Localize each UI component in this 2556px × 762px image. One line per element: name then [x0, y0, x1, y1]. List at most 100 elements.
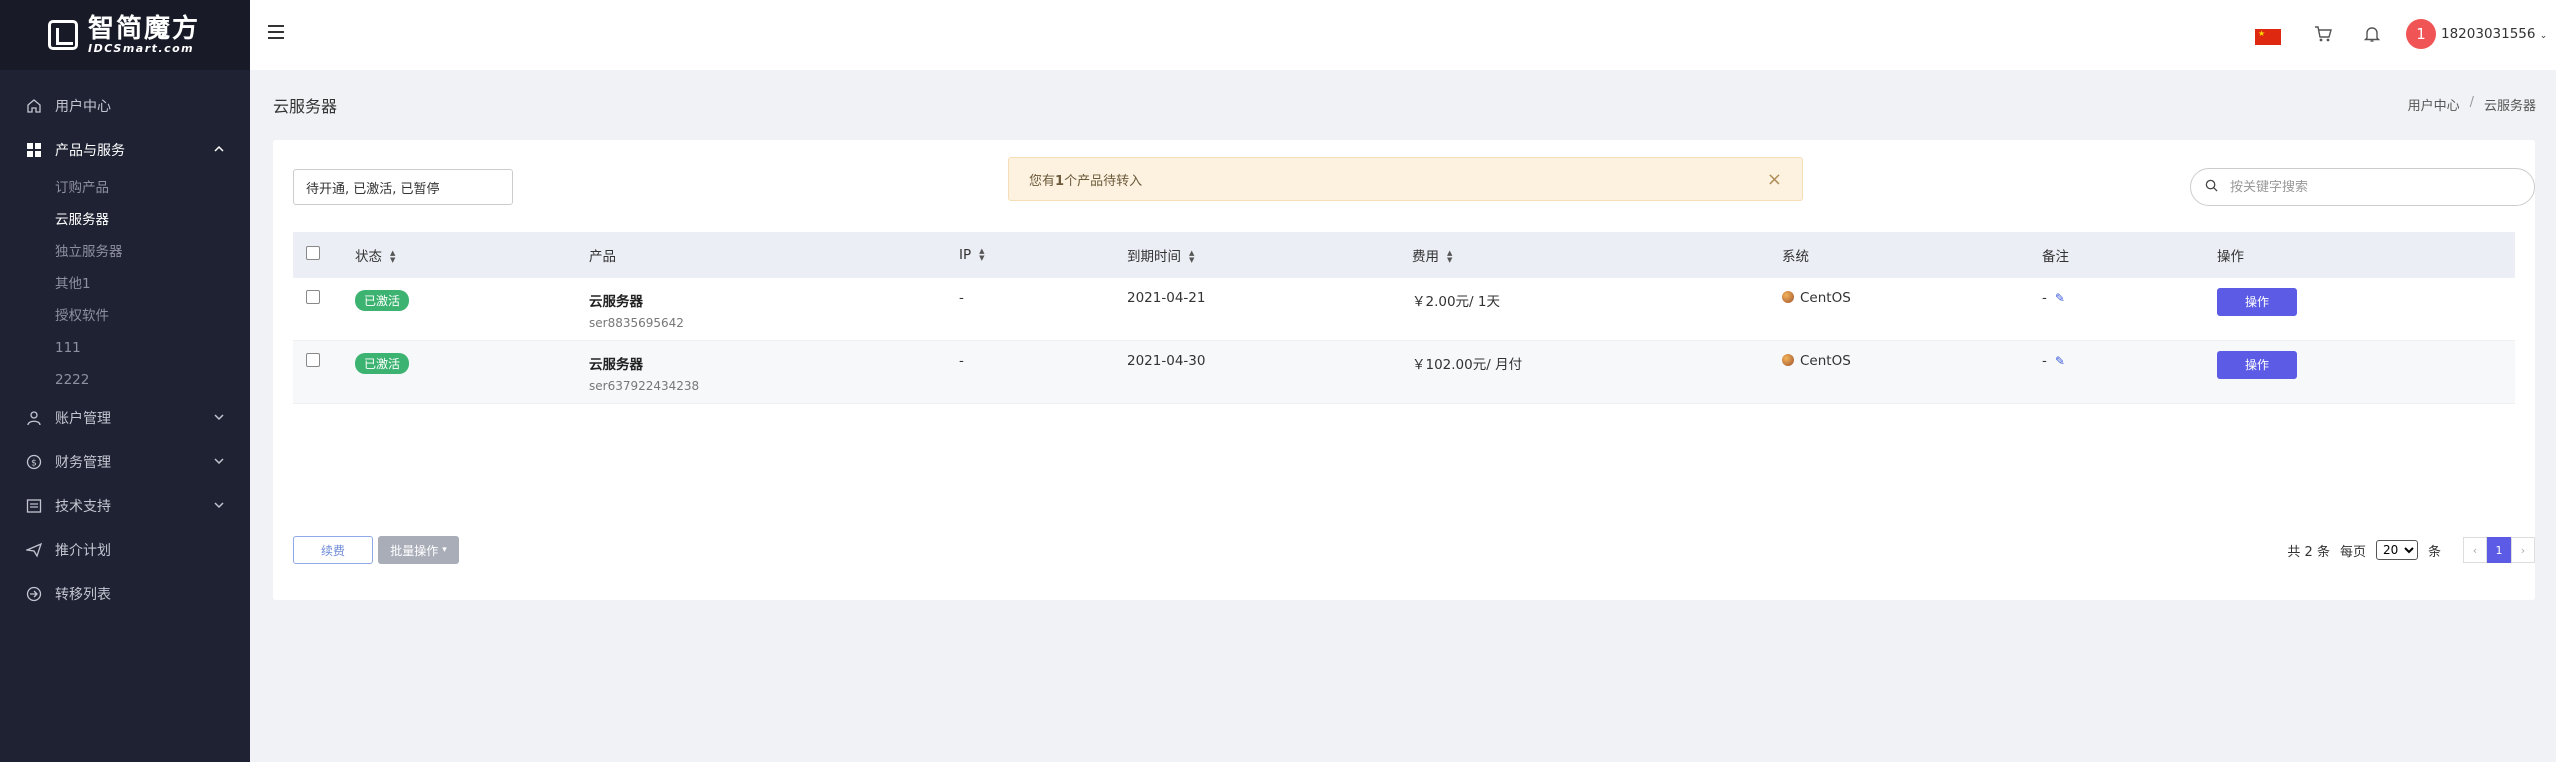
logo-mark-icon — [48, 20, 78, 50]
brand-name-cn: 智简魔方 — [88, 13, 201, 44]
home-icon — [25, 97, 43, 115]
due-date-cell: 2021-04-21 — [1127, 290, 1206, 306]
os-cell: CentOS — [1800, 290, 1851, 306]
grid-icon — [25, 141, 43, 159]
table-row: 已激活 云服务器 ser637922434238 - 2021-04-30 ￥1… — [293, 341, 2515, 404]
product-code: ser637922434238 — [589, 379, 700, 393]
renew-button[interactable]: 续费 — [293, 536, 373, 564]
header-product: 产品 — [589, 249, 616, 265]
header-status[interactable]: 状态 ▲ ▼ — [355, 245, 589, 265]
per-page-label: 每页 — [2339, 544, 2366, 560]
action-button[interactable]: 操作 — [2217, 288, 2297, 316]
sidebar-subitem-license[interactable]: 授权软件 — [0, 300, 250, 332]
search-icon — [2205, 179, 2218, 196]
edit-icon[interactable]: ✎ — [2055, 291, 2065, 305]
bell-icon[interactable] — [2360, 22, 2384, 46]
page-title: 云服务器 — [273, 97, 338, 116]
breadcrumb-user-center[interactable]: 用户中心 — [2408, 95, 2460, 114]
chevron-down-icon: ▾ — [442, 545, 447, 555]
menu-toggle-icon[interactable] — [268, 25, 284, 39]
close-icon[interactable]: × — [1767, 169, 1782, 190]
ip-cell: - — [959, 290, 964, 306]
page-size-select[interactable]: 20 — [2375, 540, 2418, 560]
header-action: 操作 — [2217, 249, 2244, 265]
dollar-icon: $ — [25, 453, 43, 471]
header-os: 系统 — [1782, 249, 1809, 265]
page-button-current[interactable]: 1 — [2487, 537, 2511, 563]
brand-logo[interactable]: 智简魔方 IDCSmart.com — [0, 0, 250, 70]
per-page-unit: 条 — [2427, 544, 2441, 560]
transfer-alert: 您有1个产品待转入 × — [1008, 157, 1803, 201]
sidebar-item-support[interactable]: 技术支持 — [0, 484, 250, 528]
transfer-icon — [25, 585, 43, 603]
action-button[interactable]: 操作 — [2217, 351, 2297, 379]
select-all-checkbox[interactable] — [306, 246, 320, 260]
sort-icon: ▲ ▼ — [979, 247, 985, 262]
sort-icon: ▲ ▼ — [1189, 249, 1195, 264]
chevron-down-icon: ⌄ — [2539, 31, 2548, 41]
status-badge: 已激活 — [355, 353, 410, 374]
svg-text:$: $ — [31, 459, 37, 469]
top-header: 1 18203031556 ⌄ — [250, 0, 2556, 70]
breadcrumb: 用户中心 / 云服务器 — [2407, 95, 2536, 114]
chevron-down-icon — [214, 499, 224, 513]
server-table: 状态 ▲ ▼ 产品 IP ▲ ▼ 到期时间 ▲ ▼ 费用 ▲ ▼ 系统 备注 操作 已激活 云服… — [293, 232, 2515, 404]
fee-cell: ￥2.00元/ 1天 — [1412, 294, 1500, 310]
sidebar: 智简魔方 IDCSmart.com 用户中心 产品与服务 订购产品 云服务器 独… — [0, 0, 250, 762]
sidebar-subitem-2222[interactable]: 2222 — [0, 364, 250, 396]
ip-cell: - — [959, 353, 964, 369]
sidebar-subitem-111[interactable]: 111 — [0, 332, 250, 364]
products-submenu: 订购产品 云服务器 独立服务器 其他1 授权软件 111 2222 — [0, 172, 250, 396]
next-page-button[interactable]: › — [2511, 537, 2535, 563]
table-header: 状态 ▲ ▼ 产品 IP ▲ ▼ 到期时间 ▲ ▼ 费用 ▲ ▼ 系统 备注 操作 — [293, 232, 2515, 278]
product-code: ser8835695642 — [589, 316, 684, 330]
status-badge: 已激活 — [355, 290, 410, 311]
breadcrumb-current: 云服务器 — [2483, 99, 2536, 114]
row-checkbox[interactable] — [306, 290, 320, 304]
paper-plane-icon — [25, 541, 43, 559]
note-cell: - — [2042, 353, 2047, 369]
chevron-up-icon — [214, 143, 224, 157]
sidebar-subitem-cloud-server[interactable]: 云服务器 — [0, 204, 250, 236]
product-name[interactable]: 云服务器 — [589, 290, 959, 310]
row-checkbox[interactable] — [306, 353, 320, 367]
header-fee[interactable]: 费用 ▲ ▼ — [1412, 245, 1782, 265]
batch-action-button[interactable]: 批量操作 ▾ — [378, 536, 459, 564]
sort-icon: ▲ ▼ — [1447, 249, 1453, 264]
sidebar-subitem-dedicated-server[interactable]: 独立服务器 — [0, 236, 250, 268]
search-input[interactable] — [2230, 179, 2520, 195]
header-note: 备注 — [2042, 249, 2069, 265]
table-row: 已激活 云服务器 ser8835695642 - 2021-04-21 ￥2.0… — [293, 278, 2515, 341]
cart-icon[interactable] — [2311, 22, 2335, 46]
total-count: 共 2 条 — [2287, 544, 2330, 560]
sidebar-subitem-order[interactable]: 订购产品 — [0, 172, 250, 204]
sidebar-item-finance[interactable]: $ 财务管理 — [0, 440, 250, 484]
status-filter-select[interactable]: 待开通, 已激活, 已暂停 — [293, 169, 513, 205]
sidebar-item-referral[interactable]: 推介计划 — [0, 528, 250, 572]
header-ip[interactable]: IP ▲ ▼ — [959, 247, 1127, 263]
username-dropdown[interactable]: 18203031556 ⌄ — [2441, 26, 2547, 42]
sidebar-item-user-center[interactable]: 用户中心 — [0, 84, 250, 128]
brand-name-en: IDCSmart.com — [88, 41, 195, 55]
os-cell: CentOS — [1800, 353, 1851, 369]
avatar[interactable]: 1 — [2406, 19, 2436, 49]
sort-icon: ▲ ▼ — [390, 249, 396, 264]
chevron-down-icon — [214, 411, 224, 425]
pagination: 共 2 条 每页 20 条 ‹ 1 › — [2287, 536, 2535, 564]
sidebar-item-account[interactable]: 账户管理 — [0, 396, 250, 440]
sidebar-item-products[interactable]: 产品与服务 — [0, 128, 250, 172]
edit-icon[interactable]: ✎ — [2055, 354, 2065, 368]
header-due-date[interactable]: 到期时间 ▲ ▼ — [1127, 245, 1412, 265]
product-name[interactable]: 云服务器 — [589, 353, 959, 373]
chevron-down-icon — [214, 455, 224, 469]
search-box[interactable] — [2190, 168, 2535, 206]
fee-cell: ￥102.00元/ 月付 — [1412, 357, 1523, 373]
user-icon — [25, 409, 43, 427]
language-flag-icon[interactable] — [2255, 29, 2281, 45]
note-cell: - — [2042, 290, 2047, 306]
server-list-card: 待开通, 已激活, 已暂停 您有1个产品待转入 × 状态▲▼ 产品 IP▲▼ 到… — [273, 140, 2535, 600]
prev-page-button[interactable]: ‹ — [2463, 537, 2487, 563]
centos-icon — [1782, 354, 1794, 366]
sidebar-item-transfer[interactable]: 转移列表 — [0, 572, 250, 616]
sidebar-subitem-other1[interactable]: 其他1 — [0, 268, 250, 300]
